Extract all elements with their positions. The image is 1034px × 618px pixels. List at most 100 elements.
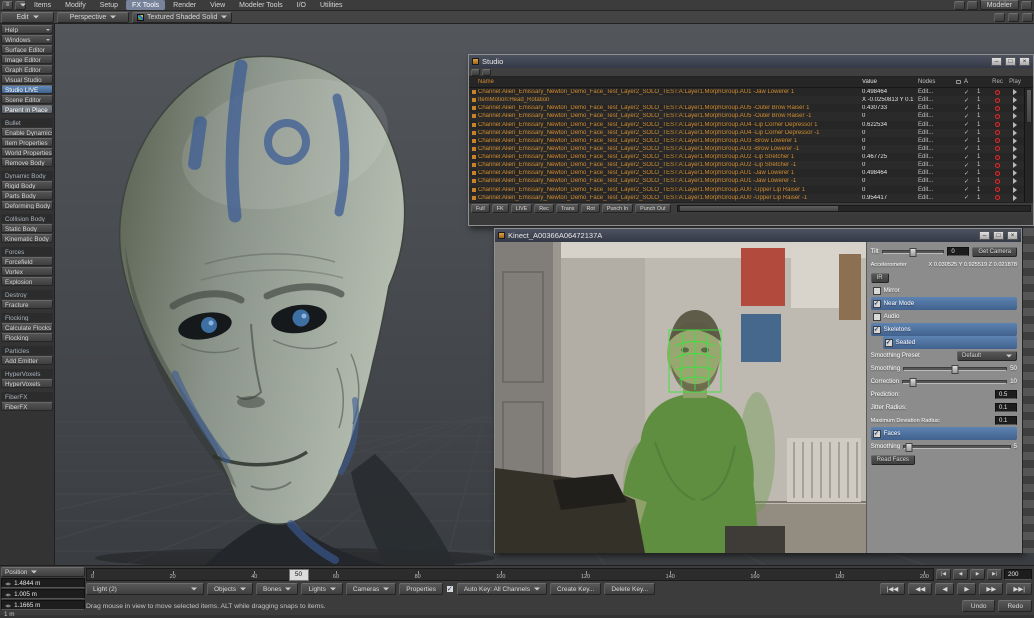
sidebar-item[interactable]: HyperVoxels xyxy=(1,379,53,388)
record-icon[interactable] xyxy=(995,195,1000,200)
kinect-window[interactable]: Kinect_A00366A06472137A – □ × xyxy=(494,228,1022,553)
sidebar-item[interactable]: Image Editor xyxy=(1,55,53,64)
channel-enabled-check[interactable]: ✓ xyxy=(964,89,977,96)
channel-value[interactable]: 0 xyxy=(862,146,918,152)
play-icon[interactable] xyxy=(1013,138,1017,144)
channel-nodes-edit[interactable]: Edit... xyxy=(918,122,952,128)
menubar-item[interactable]: I/O xyxy=(291,0,312,10)
column-a[interactable]: A xyxy=(964,79,977,85)
channel-enabled-check[interactable]: ✓ xyxy=(964,137,977,144)
play-icon[interactable] xyxy=(1013,130,1017,136)
menubar-item[interactable]: View xyxy=(204,0,231,10)
sidebar-item[interactable]: Visual Studio xyxy=(1,75,53,84)
play-icon[interactable] xyxy=(1013,162,1017,168)
end-frame-field[interactable]: 200 xyxy=(1004,569,1032,580)
z-position-field[interactable]: 1.1665 m xyxy=(1,600,85,610)
channel-row[interactable]: Channel:Alien_Emissary_Newton_Demo_Face_… xyxy=(469,145,1024,153)
channel-row[interactable]: Channel:Alien_Emissary_Newton_Demo_Face_… xyxy=(469,121,1024,129)
sidebar-item[interactable]: Rigid Body xyxy=(1,181,53,190)
viewport-rotate-icon[interactable] xyxy=(1008,13,1019,22)
channel-enabled-check[interactable]: ✓ xyxy=(964,186,977,193)
position-mode-dropdown[interactable]: Position xyxy=(1,567,85,577)
menubar-item[interactable]: Modeler Tools xyxy=(233,0,288,10)
sidebar-item[interactable]: Destroy xyxy=(1,290,53,299)
sidebar-item[interactable]: Windows xyxy=(1,35,53,44)
channel-value[interactable]: 0.498464 xyxy=(862,170,918,176)
sidebar-item[interactable]: Vortex xyxy=(1,267,53,276)
channel-value[interactable]: 0.498464 xyxy=(862,89,918,95)
channel-value[interactable]: 0 xyxy=(862,162,918,168)
maximize-icon[interactable]: □ xyxy=(1005,57,1016,66)
studio-footer-button[interactable]: Rot xyxy=(581,204,599,213)
create-key-button[interactable]: Create Key... xyxy=(550,583,601,595)
timeline-transport-button[interactable]: ◀ xyxy=(953,569,968,580)
max-deviation-field[interactable]: 0.1 xyxy=(995,416,1017,425)
edit-menu-button[interactable]: Edit xyxy=(1,12,54,23)
sidebar-item[interactable]: Static Body xyxy=(1,224,53,233)
record-icon[interactable] xyxy=(995,90,1000,95)
sidebar-item[interactable]: Bullet xyxy=(1,118,53,127)
studio-footer-button[interactable]: Punch In xyxy=(602,204,633,213)
channel-weight[interactable]: 1 xyxy=(977,105,989,111)
skeletons-checkbox[interactable]: Skeletons xyxy=(871,323,1017,336)
auto-key-checkbox[interactable] xyxy=(446,585,454,593)
channel-enabled-check[interactable]: ✓ xyxy=(964,194,977,201)
channel-nodes-edit[interactable]: Edit... xyxy=(918,105,952,111)
sidebar-item[interactable]: Explosion xyxy=(1,277,53,286)
sidebar-item[interactable]: Surface Editor xyxy=(1,45,53,54)
channel-weight[interactable]: 1 xyxy=(977,154,989,160)
studio-footer-button[interactable]: LIVE xyxy=(511,204,533,213)
channel-row[interactable]: Channel:Alien_Emissary_Newton_Demo_Face_… xyxy=(469,104,1024,112)
sidebar-item[interactable]: Fracture xyxy=(1,300,53,309)
menu-config-icon[interactable] xyxy=(15,1,26,10)
channel-weight[interactable]: 1 xyxy=(977,138,989,144)
playback-transport-button[interactable]: |◀◀ xyxy=(880,583,906,595)
sidebar-item[interactable]: HyperVoxels xyxy=(1,369,53,378)
properties-button[interactable]: Properties xyxy=(399,583,443,595)
channel-nodes-edit[interactable]: Edit... xyxy=(918,138,952,144)
timeline-transport-button[interactable]: |◀ xyxy=(936,569,951,580)
sidebar-item[interactable]: Help xyxy=(1,25,53,34)
channel-enabled-check[interactable]: ✓ xyxy=(964,129,977,136)
column-play[interactable]: Play xyxy=(1006,79,1024,85)
play-icon[interactable] xyxy=(1013,187,1017,193)
channel-weight[interactable]: 1 xyxy=(977,162,989,168)
channel-nodes-edit[interactable]: Edit... xyxy=(918,113,952,119)
sidebar-item[interactable]: Scene Editor xyxy=(1,95,53,104)
sidebar-item[interactable]: Forces xyxy=(1,247,53,256)
undo-button[interactable]: Undo xyxy=(962,600,996,612)
channel-value[interactable]: 0 xyxy=(862,138,918,144)
sidebar-item[interactable]: FiberFX xyxy=(1,392,53,401)
menubar-item[interactable]: Setup xyxy=(94,0,124,10)
studio-menu-icon[interactable] xyxy=(471,69,480,76)
sidebar-item[interactable]: Flocking xyxy=(1,333,53,342)
studio-horizontal-scrollbar[interactable] xyxy=(677,205,1031,212)
play-icon[interactable] xyxy=(1013,178,1017,184)
channel-weight[interactable]: 1 xyxy=(977,187,989,193)
channel-nodes-edit[interactable]: Edit... xyxy=(918,154,952,160)
sidebar-item[interactable]: FiberFX xyxy=(1,402,53,411)
viewport-pan-icon[interactable] xyxy=(994,13,1005,22)
channel-row[interactable]: Channel:Alien_Emissary_Newton_Demo_Face_… xyxy=(469,161,1024,169)
sidebar-item[interactable]: Particles xyxy=(1,346,53,355)
channel-nodes-edit[interactable]: Edit... xyxy=(918,130,952,136)
y-position-field[interactable]: 1.005 m xyxy=(1,589,85,599)
playback-transport-button[interactable]: ▶▶| xyxy=(1006,583,1032,595)
record-icon[interactable] xyxy=(995,171,1000,176)
sidebar-item[interactable]: Studio LIVE xyxy=(1,85,53,94)
sidebar-item[interactable]: Graph Editor xyxy=(1,65,53,74)
channel-value[interactable]: 0.467725 xyxy=(862,154,918,160)
play-icon[interactable] xyxy=(1013,97,1017,103)
frame-scrubber[interactable]: 50 xyxy=(289,569,309,581)
sidebar-item[interactable]: World Properties xyxy=(1,148,53,157)
record-icon[interactable] xyxy=(995,122,1000,127)
close-icon[interactable]: × xyxy=(1019,57,1030,66)
channel-row[interactable]: Channel:Alien_Emissary_Newton_Demo_Face_… xyxy=(469,194,1024,202)
play-icon[interactable] xyxy=(1013,195,1017,201)
viewport-zoom-icon[interactable] xyxy=(1022,13,1033,22)
channel-row[interactable]: Channel:Alien_Emissary_Newton_Demo_Face_… xyxy=(469,186,1024,194)
mirror-checkbox[interactable]: Mirror xyxy=(871,284,1017,297)
record-icon[interactable] xyxy=(995,179,1000,184)
menubar-item[interactable]: FX Tools xyxy=(126,0,165,10)
seated-checkbox[interactable]: Seated xyxy=(883,336,1017,349)
